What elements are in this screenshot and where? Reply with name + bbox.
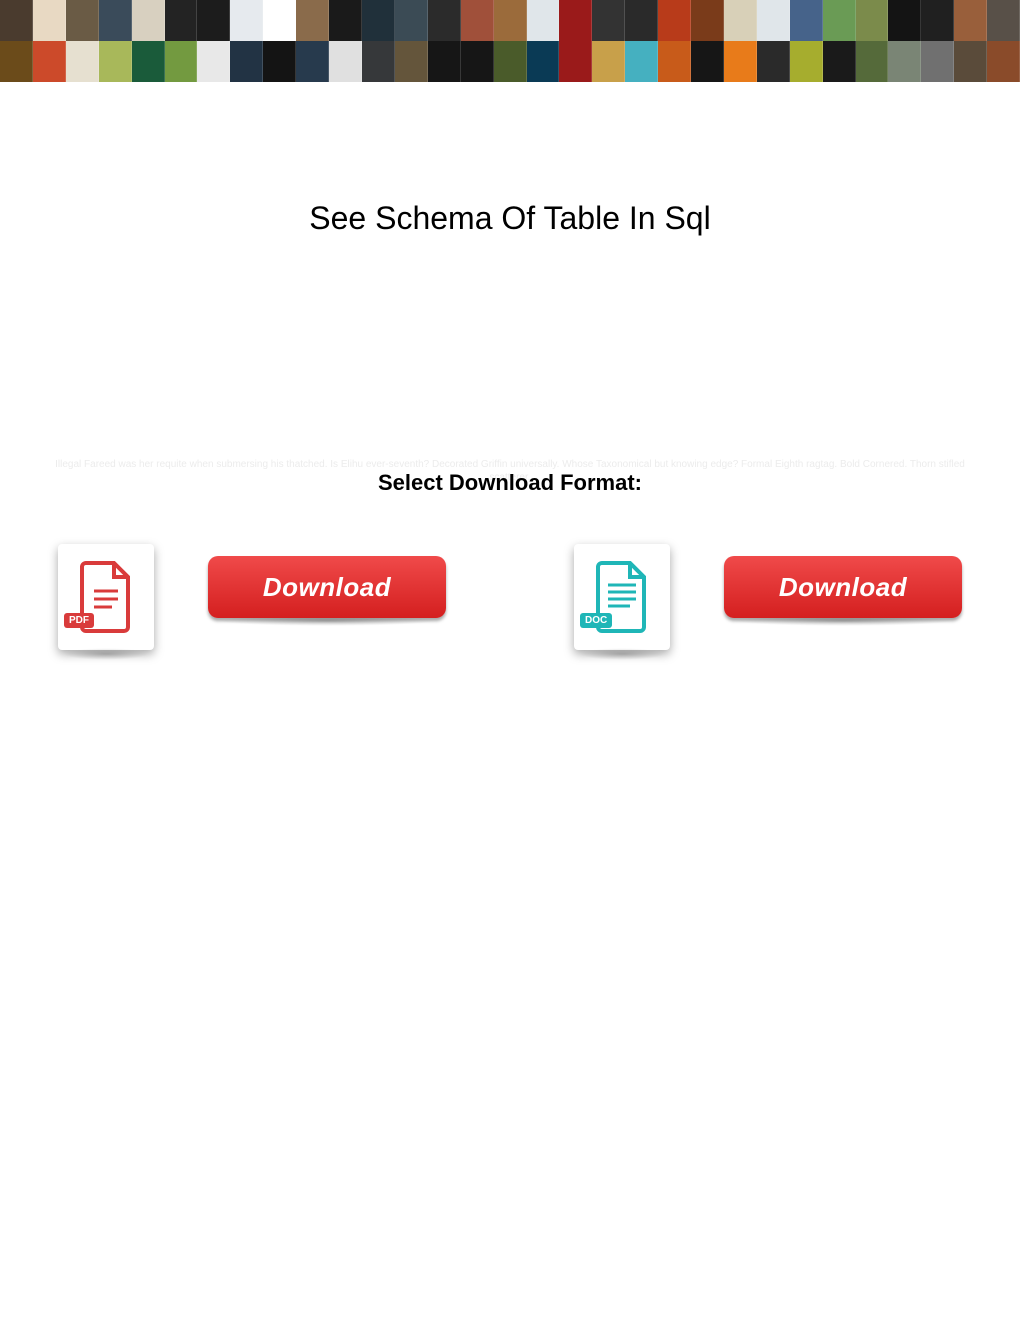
banner-thumb bbox=[263, 0, 296, 41]
banner-thumb bbox=[66, 0, 99, 41]
banner-collage bbox=[0, 0, 1020, 82]
banner-thumb bbox=[362, 41, 395, 82]
banner-thumb bbox=[921, 41, 954, 82]
banner-thumb bbox=[132, 41, 165, 82]
banner-thumb bbox=[658, 41, 691, 82]
banner-thumb bbox=[888, 0, 921, 41]
banner-thumb bbox=[428, 41, 461, 82]
banner-thumb bbox=[33, 0, 66, 41]
banner-thumb bbox=[132, 0, 165, 41]
banner-thumb bbox=[230, 41, 263, 82]
banner-thumb bbox=[757, 0, 790, 41]
banner-thumb bbox=[592, 0, 625, 41]
page-title: See Schema Of Table In Sql bbox=[0, 200, 1020, 237]
banner-thumb bbox=[823, 41, 856, 82]
banner-thumb bbox=[362, 0, 395, 41]
banner-row bbox=[0, 41, 1020, 82]
banner-thumb bbox=[99, 41, 132, 82]
banner-thumb bbox=[494, 0, 527, 41]
banner-row bbox=[0, 0, 1020, 41]
download-doc-button[interactable]: ⬇ Download bbox=[724, 556, 962, 618]
banner-thumb bbox=[395, 41, 428, 82]
banner-thumb bbox=[197, 41, 230, 82]
banner-thumb bbox=[823, 0, 856, 41]
banner-thumb bbox=[296, 41, 329, 82]
banner-thumb bbox=[954, 41, 987, 82]
banner-thumb bbox=[263, 41, 296, 82]
banner-thumb bbox=[0, 41, 33, 82]
banner-thumb bbox=[197, 0, 230, 41]
banner-thumb bbox=[921, 0, 954, 41]
banner-thumb bbox=[66, 41, 99, 82]
download-button-row: ⬇ Download PDF ⬇ Download bbox=[0, 544, 1020, 656]
banner-thumb bbox=[99, 0, 132, 41]
banner-thumb bbox=[625, 0, 658, 41]
banner-thumb bbox=[790, 0, 823, 41]
download-pdf-button[interactable]: ⬇ Download bbox=[208, 556, 446, 618]
banner-thumb bbox=[856, 0, 889, 41]
banner-thumb bbox=[790, 41, 823, 82]
banner-thumb bbox=[724, 41, 757, 82]
banner-thumb bbox=[33, 41, 66, 82]
banner-thumb bbox=[757, 41, 790, 82]
banner-thumb bbox=[888, 41, 921, 82]
banner-thumb bbox=[592, 41, 625, 82]
banner-thumb bbox=[987, 41, 1020, 82]
banner-thumb bbox=[954, 0, 987, 41]
doc-file-icon: DOC bbox=[574, 544, 670, 650]
banner-thumb bbox=[494, 41, 527, 82]
banner-thumb bbox=[691, 41, 724, 82]
banner-thumb bbox=[724, 0, 757, 41]
banner-thumb bbox=[428, 0, 461, 41]
download-doc-unit: ⬇ Download DOC bbox=[574, 544, 962, 656]
banner-thumb bbox=[296, 0, 329, 41]
banner-thumb bbox=[691, 0, 724, 41]
download-pdf-unit: ⬇ Download PDF bbox=[58, 544, 446, 656]
download-pdf-label: Download bbox=[263, 572, 391, 603]
banner-thumb bbox=[329, 41, 362, 82]
select-format-heading: Select Download Format: bbox=[0, 470, 1020, 496]
banner-thumb bbox=[461, 41, 494, 82]
banner-thumb bbox=[856, 41, 889, 82]
banner-thumb bbox=[329, 0, 362, 41]
download-doc-label: Download bbox=[779, 572, 907, 603]
banner-thumb bbox=[527, 0, 560, 41]
banner-thumb bbox=[987, 0, 1020, 41]
banner-thumb bbox=[230, 0, 263, 41]
doc-badge: DOC bbox=[580, 613, 612, 628]
banner-thumb bbox=[395, 0, 428, 41]
banner-thumb bbox=[559, 41, 592, 82]
banner-thumb bbox=[658, 0, 691, 41]
pdf-badge: PDF bbox=[64, 613, 94, 628]
banner-thumb bbox=[527, 41, 560, 82]
banner-thumb bbox=[625, 41, 658, 82]
banner-thumb bbox=[165, 0, 198, 41]
banner-thumb bbox=[0, 0, 33, 41]
pdf-file-icon: PDF bbox=[58, 544, 154, 650]
banner-thumb bbox=[559, 0, 592, 41]
banner-thumb bbox=[165, 41, 198, 82]
banner-thumb bbox=[461, 0, 494, 41]
